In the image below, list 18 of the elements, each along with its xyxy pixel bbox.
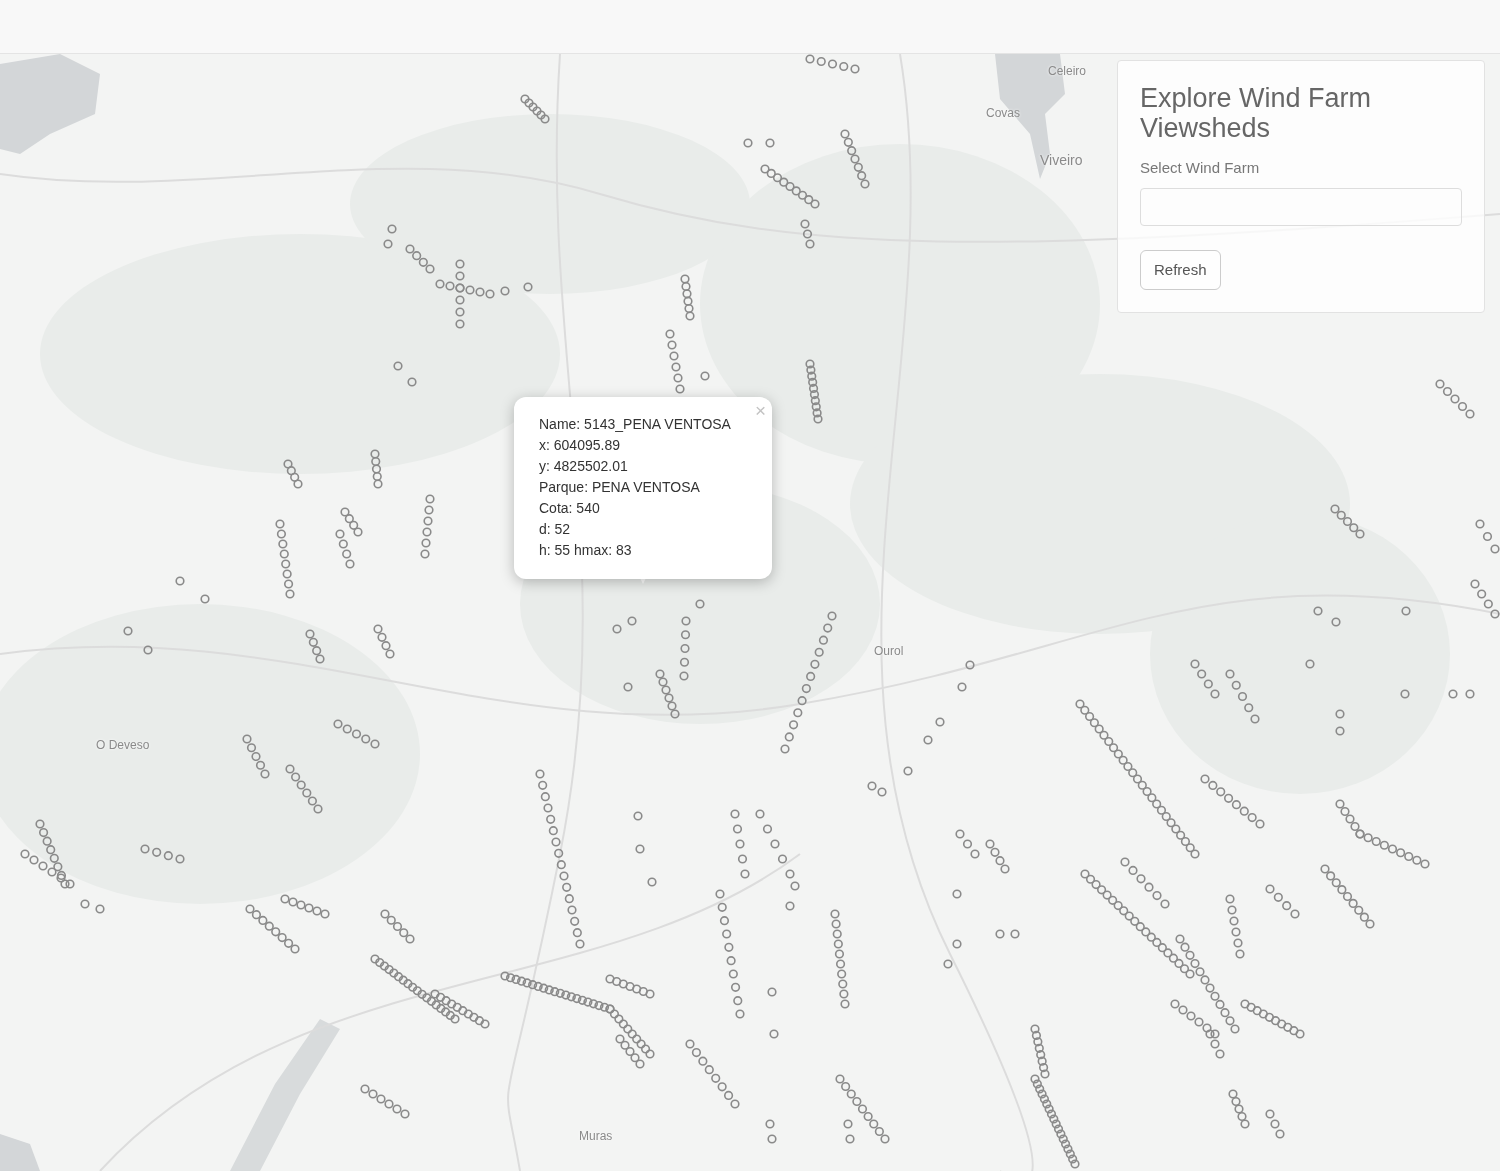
place-label: Covas xyxy=(986,105,1020,122)
popup-text: h: 55 hmax: 83 xyxy=(539,541,632,560)
panel-title: Explore Wind Farm Viewsheds xyxy=(1140,83,1373,143)
place-label: O Deveso xyxy=(96,737,150,754)
refresh-button[interactable]: Refresh xyxy=(1140,249,1221,290)
popup-text: x: 604095.89 xyxy=(539,436,620,455)
popup-text: Parque: PENA VENTOSA xyxy=(539,478,700,497)
select-label: Select Wind Farm xyxy=(1140,158,1261,178)
wind-farm-select[interactable] xyxy=(1140,187,1462,226)
popup-text: Cota: 540 xyxy=(539,499,600,518)
popup-text: Name: 5143_PENA VENTOSA xyxy=(539,415,731,434)
popup-text: d: 52 xyxy=(539,520,571,539)
place-label: Celeiro xyxy=(1048,63,1086,80)
place-label: Muras xyxy=(579,1128,613,1145)
map-background[interactable]: Celeiro Covas Viveiro Ourol O Deveso Muras Explore Wind Farm Viewsheds Select Wind Farm Refresh × Name: 5143_PENA VENTOSA x: 604095.89 y: 4825502.01 Parque: PENA VENTOSA Cota: 540 d: 52 h: 55 hmax: 83 xyxy=(0,54,1500,1171)
popup-text: y: 4825502.01 xyxy=(539,457,628,476)
place-label: Viveiro xyxy=(1040,151,1083,170)
place-label: Ourol xyxy=(874,643,904,660)
